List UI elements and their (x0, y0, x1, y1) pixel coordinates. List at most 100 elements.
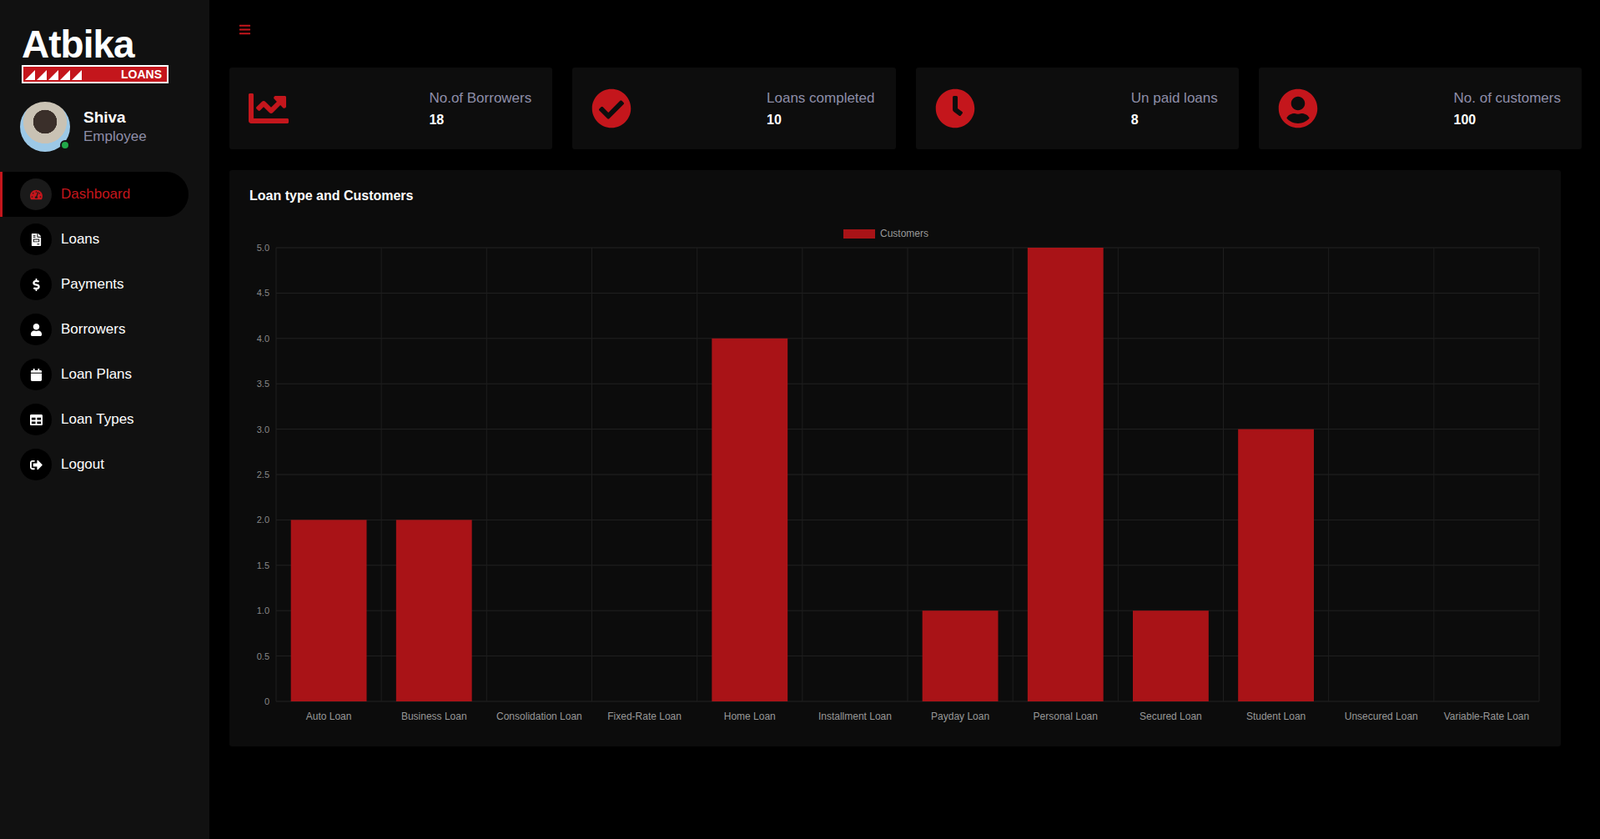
sidebar-label: Loans (60, 231, 100, 248)
zigzag-icon (23, 66, 82, 82)
stat-label: No. of customers (1454, 90, 1562, 107)
x-label: Auto Loan (306, 710, 353, 723)
main: No.of Borrowers18Loans completed10Un pai… (209, 0, 1600, 839)
sidebar-icon-circle (20, 268, 52, 301)
svg-text:1.5: 1.5 (256, 560, 270, 571)
svg-text:1.0: 1.0 (256, 605, 270, 616)
sidebar-label: Logout (60, 456, 105, 473)
document-icon (30, 233, 43, 247)
sidebar-nav: Dashboard Loans Payments BorrowersLoan Plan… (0, 171, 210, 488)
chart-legend[interactable]: Customers (843, 227, 929, 240)
user-name: Shiva (83, 108, 147, 127)
svg-text:4.0: 4.0 (256, 333, 270, 344)
sidebar-icon-circle (20, 313, 52, 346)
x-label: Variable-Rate Loan (1444, 710, 1530, 723)
stat-text: No. of customers 100 (1454, 90, 1562, 128)
sidebar-icon-circle (20, 223, 52, 256)
svg-text:Customers: Customers (880, 227, 929, 240)
chart-bar[interactable] (396, 519, 473, 702)
chart-bar[interactable] (1027, 247, 1104, 702)
svg-text:3.5: 3.5 (256, 378, 270, 389)
sidebar-item[interactable]: Payments (0, 261, 189, 307)
chart-bar[interactable] (1448, 701, 1525, 703)
sidebar: Atbika LOANS ShivaEmployee Dashboard Loans Pa… (0, 0, 210, 839)
stat-text: Un paid loans8 (1131, 90, 1218, 128)
chart-panel: Loan type and Customers Customers 0 0.5 1.0 1… (229, 170, 1561, 747)
grid-line (486, 247, 488, 702)
chart-bar[interactable] (1132, 610, 1209, 702)
x-label: Payday Loan (930, 710, 990, 723)
stat-card: Loans completed 10 (572, 67, 896, 150)
chart-bar[interactable] (501, 701, 578, 703)
app: Atbika LOANS ShivaEmployee Dashboard Loans Pa… (0, 0, 1600, 839)
sidebar-label: Payments (60, 276, 125, 293)
chart-bar[interactable] (291, 519, 368, 702)
grid-line (276, 247, 277, 702)
stat-value: 100 (1454, 112, 1562, 128)
grid-line (907, 247, 909, 702)
chart-bar[interactable] (606, 701, 683, 703)
logo-name: Atbika (21, 25, 169, 64)
stat-value: 8 (1131, 112, 1218, 128)
chart-bar[interactable] (922, 610, 999, 702)
svg-text:3.0: 3.0 (256, 424, 270, 435)
user-info: ShivaEmployee (83, 108, 147, 146)
sidebar-item[interactable]: Logout (0, 442, 189, 488)
chart-title: Loan type and Customers (249, 188, 1545, 204)
x-label: Secured Loan (1139, 710, 1203, 723)
user-profile[interactable]: ShivaEmployee (20, 101, 210, 152)
stat-label: Loans completed (766, 90, 875, 107)
x-label: Home Loan (724, 710, 776, 723)
svg-text:2.5: 2.5 (256, 469, 270, 480)
sidebar-item[interactable]: Loan Types (0, 397, 189, 443)
clock-icon (935, 88, 976, 129)
chart-bar[interactable] (711, 338, 788, 702)
grid-line (381, 247, 383, 702)
stat-value: 10 (766, 112, 875, 128)
hamburger-icon (238, 23, 252, 36)
sidebar-item[interactable]: Dashboard (0, 171, 189, 217)
y-tick: 3.5 (256, 378, 1540, 389)
sidebar-item[interactable]: Loan Plans (0, 352, 189, 398)
sidebar-icon-circle (20, 448, 52, 481)
logo[interactable]: Atbika LOANS (21, 25, 169, 84)
y-tick: 4.0 (256, 333, 1540, 344)
chart-line-icon (248, 88, 289, 129)
sidebar-item[interactable]: Loans (0, 216, 189, 262)
svg-text:0.5: 0.5 (256, 651, 270, 662)
x-label: Consolidation Loan (496, 710, 583, 723)
logo-tag: LOANS (115, 66, 167, 82)
bar-chart: Customers00.51.01.52.02.53.03.54.04.55.0… (246, 213, 1545, 735)
calendar-icon (30, 368, 43, 382)
x-label: Installment Loan (818, 710, 892, 723)
avatar (20, 101, 71, 152)
svg-text:2.0: 2.0 (256, 514, 270, 525)
chart-bar[interactable] (816, 701, 893, 703)
y-tick: 3.0 (256, 424, 1540, 435)
top-bar (229, 20, 1582, 39)
sidebar-icon-circle (20, 403, 52, 436)
svg-text:0: 0 (264, 696, 270, 707)
x-label: Student Loan (1246, 710, 1306, 723)
user-circle-icon (1277, 88, 1319, 129)
chart-bar[interactable] (1343, 701, 1419, 703)
sidebar-item[interactable]: Borrowers (0, 306, 189, 353)
logo-strip: LOANS (21, 65, 169, 84)
grid-line (1012, 247, 1014, 702)
x-label: Business Loan (401, 710, 468, 723)
stat-card: Un paid loans8 (915, 67, 1239, 150)
dollar-icon (30, 278, 43, 292)
stat-cards: No.of Borrowers18Loans completed10Un pai… (229, 67, 1582, 150)
grid-line (1222, 247, 1224, 702)
x-label: Fixed-Rate Loan (607, 710, 682, 723)
stat-text: Loans completed 10 (766, 90, 875, 128)
check-circle-icon (591, 88, 632, 129)
table-icon (30, 413, 43, 427)
menu-button[interactable] (238, 23, 252, 36)
grid-line (696, 247, 698, 702)
user-icon (30, 323, 43, 337)
chart-bar[interactable] (1237, 429, 1314, 702)
stat-card: No. of customers 100 (1258, 67, 1582, 150)
user-role: Employee (83, 128, 147, 146)
svg-text:4.5: 4.5 (256, 287, 270, 298)
